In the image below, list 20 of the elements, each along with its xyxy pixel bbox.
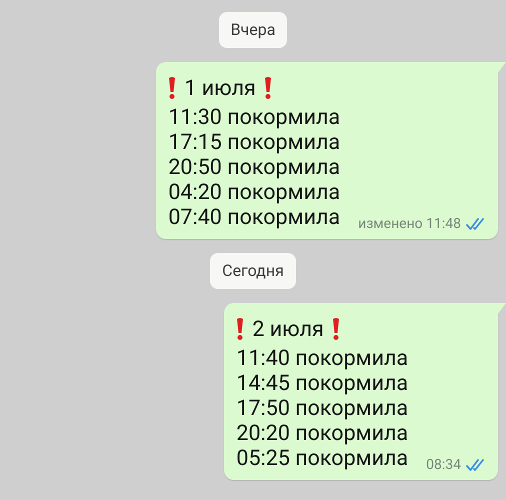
- message-text: 1 июля: [184, 76, 256, 100]
- message-time: 08:34: [426, 457, 461, 473]
- message-text: 04:20 покормила: [168, 180, 342, 205]
- date-chip: Вчера: [218, 12, 288, 48]
- message-text: 07:40 покормила: [168, 205, 340, 230]
- message-text: 14:45 покормила: [236, 371, 410, 396]
- exclamation-icon: [332, 317, 340, 341]
- message-text: 11:30 покормила: [168, 105, 342, 130]
- message-text: 2 июля: [252, 316, 324, 342]
- exclamation-icon: [236, 317, 244, 341]
- message-text: 17:50 покормила: [236, 396, 410, 421]
- message-text: 20:50 покормила: [168, 155, 342, 180]
- exclamation-icon: [264, 76, 272, 100]
- message-text: 17:15 покормила: [168, 130, 342, 155]
- message-text: 05:25 покормила: [236, 446, 408, 471]
- date-chip: Сегодня: [210, 253, 296, 289]
- message-text: 20:20 покормила: [236, 421, 410, 446]
- message-text: 11:40 покормила: [236, 346, 410, 371]
- message-time: изменено 11:48: [358, 216, 461, 232]
- exclamation-icon: [168, 76, 176, 100]
